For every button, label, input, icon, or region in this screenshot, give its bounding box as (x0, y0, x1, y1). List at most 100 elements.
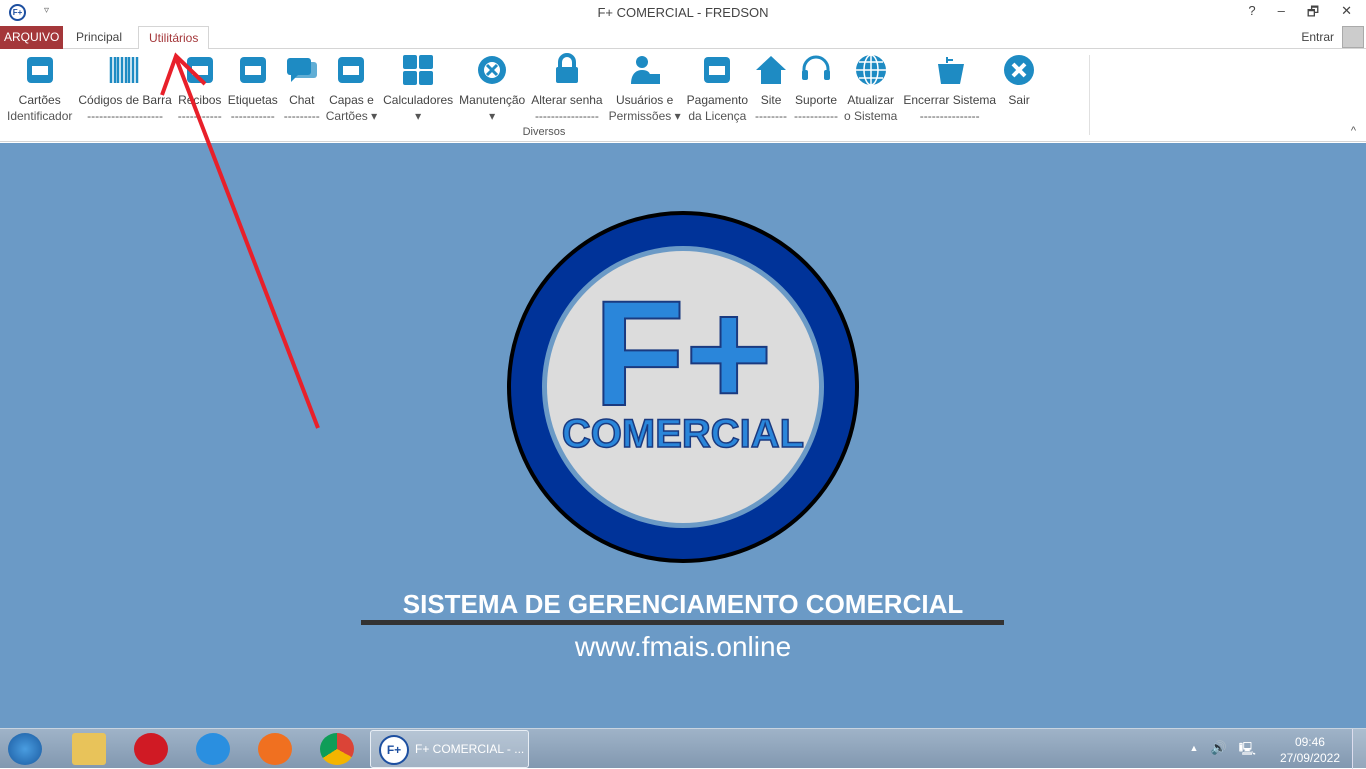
tab-principal[interactable]: Principal (66, 26, 132, 49)
opera-icon[interactable] (134, 733, 168, 765)
user-lock-icon (628, 53, 662, 87)
website-url[interactable]: www.fmais.online (0, 631, 1366, 663)
receipt-icon (183, 53, 217, 87)
ribbon-button-label: Calculadores (383, 93, 454, 107)
logo: F+ COMERCIAL (507, 211, 859, 563)
title-bar: F+ ▿ F+ COMERCIAL - FREDSON ? – 🗗 ✕ (0, 0, 1366, 25)
start-button[interactable] (8, 733, 42, 765)
close-circle-icon (1002, 53, 1036, 87)
group-label-diversos: Diversos (522, 126, 566, 138)
ribbon-button-sublabel: da Licença (688, 109, 747, 123)
ribbon-button-label: Cartões (18, 93, 61, 107)
ribbon-button-7[interactable]: Calculadores ▾ (380, 53, 456, 125)
tab-arquivo[interactable]: ARQUIVO (0, 26, 64, 49)
ribbon-button-8[interactable]: Manutenção ▾ (456, 53, 528, 125)
tagline: SISTEMA DE GERENCIAMENTO COMERCIAL (402, 589, 964, 619)
covers-icon (334, 53, 368, 87)
logo-comercial: COMERCIAL (562, 412, 804, 456)
maintenance-icon (475, 53, 509, 87)
volume-icon[interactable]: 🔊 (1210, 740, 1226, 762)
ribbon-button-9[interactable]: Alterar senha ---------------- (528, 53, 605, 125)
ribbon-button-sublabel: o Sistema (844, 109, 898, 123)
payment-icon (700, 53, 734, 87)
explorer-icon[interactable] (72, 733, 106, 765)
ribbon-button-6[interactable]: Capas e Cartões ▾ (323, 53, 380, 125)
ribbon-button-1[interactable]: Cartões Identificador (4, 53, 75, 125)
ribbon-button-14[interactable]: Atualizar o Sistema (841, 53, 900, 125)
tag-icon (236, 53, 270, 87)
group-divider (1089, 55, 1090, 135)
main-area: F+ COMERCIAL SISTEMA DE GERENCIAMENTO CO… (0, 143, 1366, 728)
ribbon-button-label: Etiquetas (227, 93, 278, 107)
ribbon-button-13[interactable]: Suporte ----------- (791, 53, 841, 125)
ribbon-button-sublabel: ----------- (177, 109, 222, 123)
minimize-button[interactable]: – (1278, 3, 1285, 25)
close-button[interactable]: ✕ (1341, 3, 1352, 25)
ribbon-button-sublabel: Permissões ▾ (608, 109, 681, 123)
ribbon-button-sublabel: ------------------- (87, 109, 164, 123)
barcode-icon (108, 53, 142, 87)
ribbon-button-12[interactable]: Site -------- (751, 53, 791, 125)
ribbon-button-label: Encerrar Sistema (903, 93, 997, 107)
restore-button[interactable]: 🗗 (1307, 3, 1319, 25)
ribbon-button-sublabel: ▾ (415, 109, 422, 123)
ribbon-button-label: Atualizar (847, 93, 895, 107)
ribbon-button-label: Códigos de Barra (78, 93, 172, 107)
time: 09:46 (1294, 735, 1325, 749)
ribbon-button-11[interactable]: Pagamento da Licença (684, 53, 751, 125)
ribbon-items: Cartões Identificador Códigos de Barra -… (4, 53, 1039, 125)
ribbon-button-sublabel: Cartões ▾ (325, 109, 378, 123)
lock-icon (550, 53, 584, 87)
tray-expand-icon[interactable]: ▲ (1190, 743, 1199, 762)
ribbon-button-label: Recibos (178, 93, 222, 107)
avatar[interactable] (1342, 26, 1364, 48)
ribbon-button-16[interactable]: Sair (999, 53, 1039, 125)
app-icon: F+ (379, 735, 409, 765)
ribbon-button-label: Sair (1008, 93, 1030, 107)
ribbon-button-3[interactable]: Recibos ----------- (175, 53, 225, 125)
show-desktop-button[interactable] (1352, 729, 1366, 769)
ribbon-button-label: Manutenção (459, 93, 526, 107)
collapse-ribbon-button[interactable]: ^ (1351, 125, 1356, 137)
chat-icon (285, 53, 319, 87)
ribbon-button-sublabel: ----------- (230, 109, 275, 123)
ribbon-button-sublabel: --------------- (919, 109, 980, 123)
ribbon-button-label: Capas e (329, 93, 374, 107)
firefox-icon[interactable] (258, 733, 292, 765)
calculator-icon (401, 53, 435, 87)
ribbon-button-2[interactable]: Códigos de Barra ------------------- (75, 53, 174, 125)
home-icon (754, 53, 788, 87)
exit-icon (933, 53, 967, 87)
ribbon-button-sublabel: ▾ (489, 109, 496, 123)
ribbon-button-5[interactable]: Chat --------- (281, 53, 323, 125)
signin-link[interactable]: Entrar (1301, 30, 1334, 44)
card-icon (23, 53, 57, 87)
ribbon-button-sublabel: --------- (283, 109, 320, 123)
internet-explorer-icon[interactable] (196, 733, 230, 765)
ribbon-button-label: Site (760, 93, 782, 107)
ribbon-button-label: Alterar senha (531, 93, 603, 107)
headset-icon (799, 53, 833, 87)
ribbon-button-label: Suporte (795, 93, 838, 107)
ribbon-button-sublabel: ----------- (794, 109, 838, 123)
network-icon[interactable]: 🖳 (1239, 740, 1256, 762)
help-button[interactable]: ? (1248, 3, 1255, 25)
globe-icon (854, 53, 888, 87)
ribbon-button-sublabel: -------- (755, 109, 788, 123)
ribbon-button-sublabel: Identificador (7, 109, 73, 123)
chrome-icon[interactable] (320, 733, 354, 765)
ribbon-button-10[interactable]: Usuários e Permissões ▾ (606, 53, 684, 125)
task-label: F+ COMERCIAL - ... (415, 742, 525, 756)
ribbon-button-15[interactable]: Encerrar Sistema --------------- (900, 53, 999, 125)
taskbar: F+ F+ COMERCIAL - ... ▲ 🔊 🖳 09:46 27/09/… (0, 728, 1366, 769)
clock[interactable]: 09:46 27/09/2022 (1280, 734, 1340, 766)
tagline-underline (361, 620, 1004, 625)
ribbon-tabs: ARQUIVO Principal Utilitários Entrar (0, 25, 1366, 50)
taskbar-item-fcomercial[interactable]: F+ F+ COMERCIAL - ... (370, 730, 529, 768)
ribbon-button-sublabel: ---------------- (534, 109, 599, 123)
date: 27/09/2022 (1279, 751, 1340, 765)
ribbon: Cartões Identificador Códigos de Barra -… (0, 49, 1366, 142)
tab-utilitarios[interactable]: Utilitários (138, 26, 210, 50)
ribbon-button-label: Chat (289, 93, 315, 107)
ribbon-button-4[interactable]: Etiquetas ----------- (225, 53, 281, 125)
